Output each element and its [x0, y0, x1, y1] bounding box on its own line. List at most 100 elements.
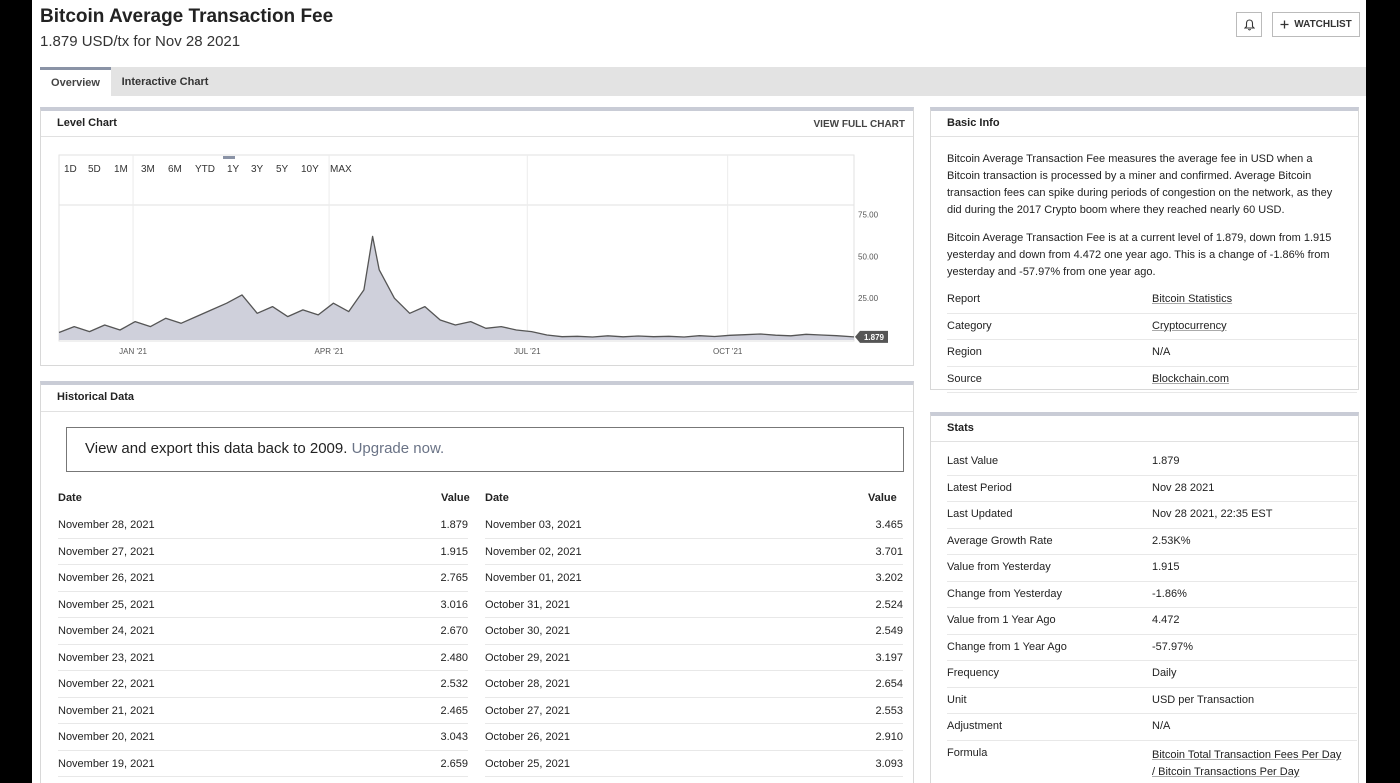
row-date: November 01, 2021: [485, 572, 582, 584]
row-date: October 27, 2021: [485, 704, 571, 717]
upgrade-link[interactable]: Upgrade now.: [352, 440, 445, 457]
stats-row: Value from Yesterday 1.915: [947, 555, 1357, 582]
row-value: 3.093: [875, 757, 903, 770]
basic-info-panel: Basic Info Bitcoin Average Transaction F…: [930, 107, 1359, 393]
view-full-chart-link[interactable]: VIEW FULL CHART: [814, 119, 905, 130]
stats-row: Change from 1 Year Ago -57.97%: [947, 635, 1357, 661]
stats-key: Frequency: [947, 667, 999, 679]
range-10y[interactable]: 10Y: [301, 164, 319, 175]
row-value: 3.202: [875, 572, 903, 584]
table-row: November 20, 2021 3.043: [58, 724, 468, 751]
stats-row: Change from Yesterday -1.86%: [947, 582, 1357, 608]
row-date: November 02, 2021: [485, 545, 582, 558]
tab-interactive-chart[interactable]: Interactive Chart: [115, 67, 215, 96]
basic-info-value[interactable]: Cryptocurrency: [1152, 320, 1227, 332]
row-date: November 26, 2021: [58, 572, 155, 584]
row-value: 2.670: [440, 625, 468, 637]
row-value: 3.043: [440, 731, 468, 743]
range-1y[interactable]: 1Y: [227, 164, 239, 175]
row-value: 3.465: [875, 519, 903, 531]
historical-data-title: Historical Data: [57, 391, 135, 403]
stats-value: 4.472: [1152, 614, 1180, 626]
row-value: 2.553: [875, 704, 903, 717]
stats-formula-value[interactable]: Bitcoin Total Transaction Fees Per Day /…: [1152, 747, 1341, 781]
stats-value: Nov 28 2021: [1152, 481, 1215, 494]
basic-info-row: Category Cryptocurrency: [947, 314, 1357, 340]
range-5d[interactable]: 5D: [88, 164, 101, 175]
basic-info-title: Basic Info: [947, 117, 1000, 129]
stats-panel: Stats Last Value 1.879 Latest Period Nov 28…: [930, 412, 1359, 783]
table-row: November 28, 2021 1.879: [58, 512, 468, 539]
row-date: November 24, 2021: [58, 625, 155, 637]
stats-row: Frequency Daily: [947, 661, 1357, 688]
row-date: November 25, 2021: [58, 598, 155, 611]
table-row: November 19, 2021 2.659: [58, 751, 468, 777]
range-3m[interactable]: 3M: [141, 164, 155, 175]
row-date: October 28, 2021: [485, 678, 571, 690]
stats-key: Average Growth Rate: [947, 534, 1053, 547]
row-value: 3.701: [875, 545, 903, 558]
table-row: October 28, 2021 2.654: [485, 671, 903, 698]
table-row: November 25, 2021 3.016: [58, 592, 468, 618]
watchlist-button[interactable]: WATCHLIST: [1272, 12, 1360, 37]
stats-key: Change from Yesterday: [947, 587, 1062, 600]
stats-value: -57.97%: [1152, 640, 1193, 653]
right-frame: [1366, 0, 1400, 783]
bell-icon: [1243, 18, 1255, 30]
stats-key: Value from Yesterday: [947, 561, 1051, 573]
tab-bar: Overview Interactive Chart: [40, 67, 1366, 96]
basic-info-header: Basic Info: [931, 111, 1358, 137]
stats-key: Value from 1 Year Ago: [947, 614, 1056, 626]
formula-line-2: / Bitcoin Transactions Per Day: [1152, 766, 1300, 778]
row-date: October 25, 2021: [485, 757, 571, 770]
range-1d[interactable]: 1D: [64, 164, 77, 175]
historical-data-panel: Historical Data View and export this dat…: [40, 381, 914, 783]
stats-row: Unit USD per Transaction: [947, 688, 1357, 714]
page-subtitle: 1.879 USD/tx for Nov 28 2021: [40, 33, 241, 50]
active-range-marker: [223, 156, 235, 159]
row-value: 2.910: [875, 731, 903, 743]
row-date: November 28, 2021: [58, 519, 155, 531]
stats-value: -1.86%: [1152, 587, 1187, 600]
table-row: November 23, 2021 2.480: [58, 645, 468, 671]
stats-key: Latest Period: [947, 481, 1012, 494]
stats-value: Nov 28 2021, 22:35 EST: [1152, 508, 1273, 520]
basic-info-key: Region: [947, 346, 982, 358]
range-5y[interactable]: 5Y: [276, 164, 288, 175]
table-row: October 25, 2021 3.093: [485, 751, 903, 777]
level-chart-title: Level Chart: [57, 117, 117, 129]
table-row: November 27, 2021 1.915: [58, 539, 468, 565]
left-frame: [0, 0, 32, 783]
stats-key: Adjustment: [947, 720, 1003, 732]
alert-button[interactable]: [1236, 12, 1262, 37]
basic-info-row: Region N/A: [947, 340, 1357, 367]
basic-info-value[interactable]: Blockchain.com: [1152, 373, 1229, 385]
table-row: October 31, 2021 2.524: [485, 592, 903, 618]
date-column-header: Date: [485, 492, 509, 504]
plus-icon: [1280, 20, 1289, 29]
row-value: 2.654: [875, 678, 903, 690]
row-date: November 20, 2021: [58, 731, 155, 743]
row-date: October 30, 2021: [485, 625, 571, 637]
row-value: 2.480: [440, 651, 468, 664]
page: Bitcoin Average Transaction Fee 1.879 US…: [32, 0, 1366, 783]
range-3y[interactable]: 3Y: [251, 164, 263, 175]
watchlist-label: WATCHLIST: [1294, 19, 1352, 30]
upgrade-banner: View and export this data back to 2009. …: [66, 427, 904, 472]
stats-value: Daily: [1152, 667, 1177, 679]
stats-value: 1.915: [1152, 561, 1180, 573]
row-date: October 29, 2021: [485, 651, 571, 664]
row-value: 1.879: [440, 519, 468, 531]
range-1m[interactable]: 1M: [114, 164, 128, 175]
range-ytd[interactable]: YTD: [195, 164, 215, 175]
range-max[interactable]: MAX: [330, 164, 352, 175]
stats-row: Last Updated Nov 28 2021, 22:35 EST: [947, 502, 1357, 529]
value-column-header: Value: [441, 492, 470, 504]
range-6m[interactable]: 6M: [168, 164, 182, 175]
basic-info-value[interactable]: Bitcoin Statistics: [1152, 293, 1232, 305]
stats-key: Change from 1 Year Ago: [947, 640, 1067, 653]
basic-info-description: Bitcoin Average Transaction Fee measures…: [947, 153, 1333, 216]
stats-value: 2.53K%: [1152, 534, 1191, 547]
stats-row: Last Value 1.879: [947, 449, 1357, 476]
tab-overview[interactable]: Overview: [40, 67, 111, 96]
